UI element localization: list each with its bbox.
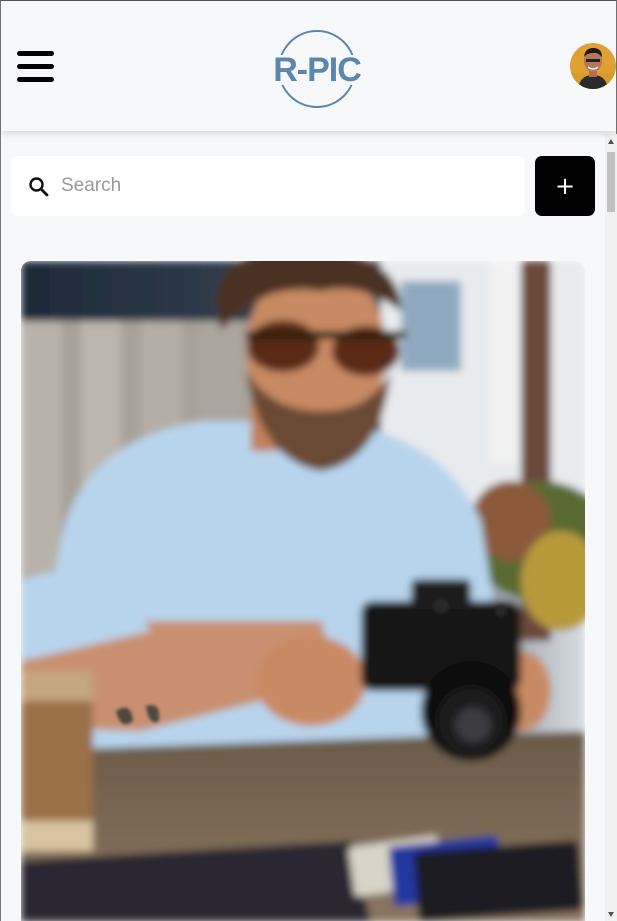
app-header: R-PIC: [1, 1, 616, 131]
menu-bar: [17, 64, 54, 69]
feed-photo: [21, 261, 585, 921]
add-photo-button[interactable]: +: [535, 156, 595, 216]
hamburger-menu-button[interactable]: [17, 49, 55, 83]
feed-photo-card[interactable]: [21, 261, 585, 921]
logo-text: R-PIC: [273, 51, 361, 89]
user-avatar[interactable]: [570, 43, 616, 89]
scrollbar[interactable]: [605, 134, 617, 921]
search-input[interactable]: [61, 166, 511, 206]
menu-bar: [17, 77, 54, 82]
menu-bar: [17, 51, 54, 56]
scroll-down-arrow-icon[interactable]: [608, 912, 614, 917]
search-bar: [11, 156, 525, 216]
scrollbar-thumb[interactable]: [607, 152, 615, 212]
search-icon: [29, 177, 49, 197]
app-logo[interactable]: R-PIC: [263, 27, 373, 111]
scroll-up-arrow-icon[interactable]: [608, 139, 614, 144]
